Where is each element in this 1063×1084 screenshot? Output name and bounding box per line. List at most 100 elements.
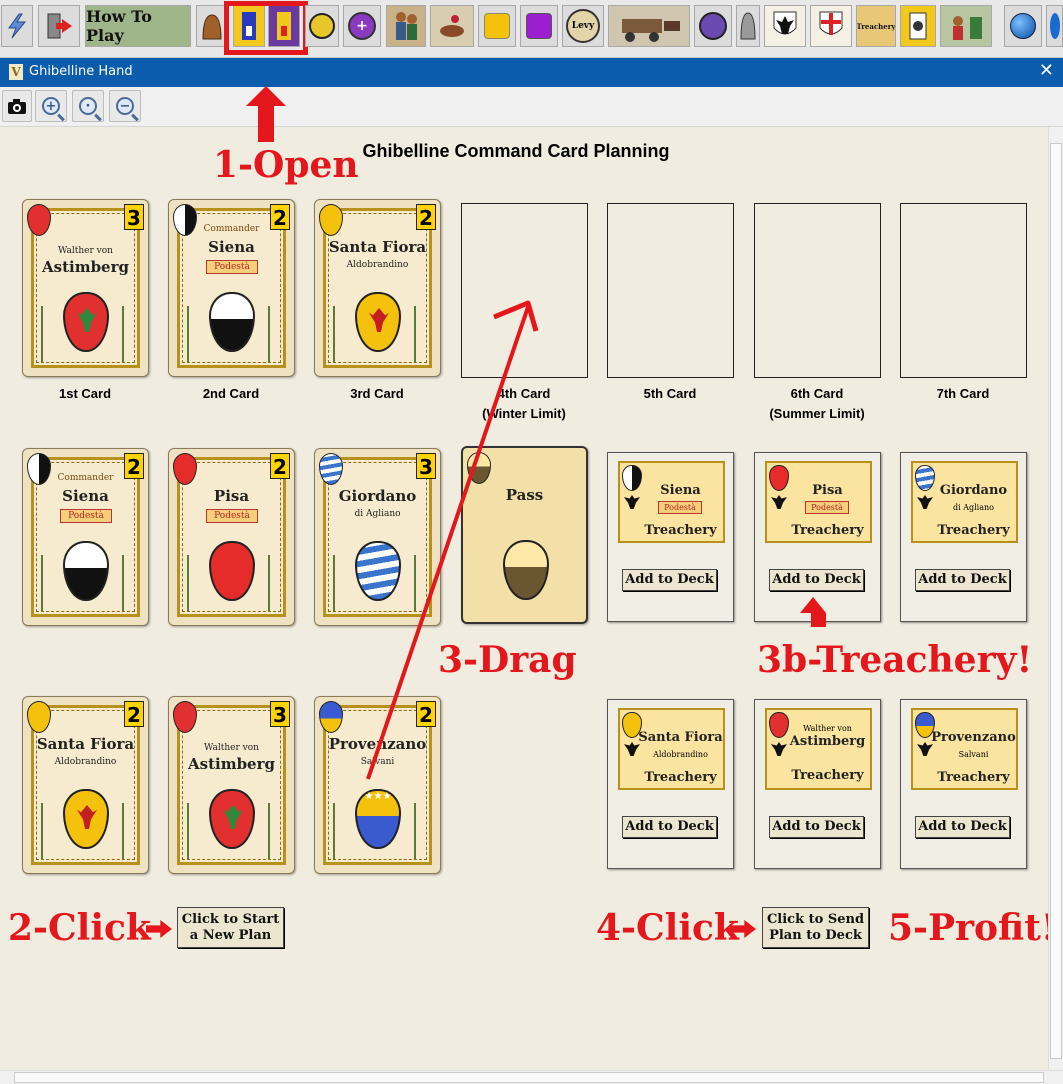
command-card[interactable]: 2 Pisa Podestà bbox=[168, 448, 295, 626]
card-name: Pass bbox=[505, 486, 544, 504]
command-card[interactable]: 2 Commander Siena Podestà bbox=[22, 448, 149, 626]
purple-die-icon[interactable] bbox=[520, 5, 558, 47]
how-to-play-button[interactable]: How To Play bbox=[85, 5, 191, 47]
command-card[interactable]: 3 Giordano di Agliano bbox=[314, 448, 441, 626]
card-name: Giordano bbox=[338, 487, 417, 505]
round-badge-icon[interactable] bbox=[694, 5, 732, 47]
wagon-icon[interactable] bbox=[608, 5, 690, 47]
zoom-out-icon[interactable]: − bbox=[109, 90, 141, 122]
exit-door-icon[interactable] bbox=[38, 5, 80, 47]
helmet-steel-icon[interactable] bbox=[736, 5, 760, 47]
vertical-scroll-thumb[interactable] bbox=[1050, 143, 1062, 1059]
lightning-icon[interactable] bbox=[1, 5, 33, 47]
scene-icon[interactable] bbox=[940, 5, 992, 47]
slot-label: 4th Card (Winter Limit) bbox=[451, 384, 597, 424]
add-to-deck-button[interactable]: Add to Deck bbox=[622, 569, 717, 591]
card-subtitle: Aldobrandino bbox=[54, 757, 117, 767]
empty-plan-slot[interactable] bbox=[754, 203, 881, 378]
figures-icon[interactable] bbox=[386, 5, 426, 47]
vine-icon bbox=[268, 555, 276, 611]
card-icon[interactable] bbox=[900, 5, 936, 47]
card-podesta: Podestà bbox=[658, 501, 702, 514]
knight-icon[interactable] bbox=[430, 5, 474, 47]
cross-shield-icon[interactable] bbox=[810, 5, 852, 47]
vine-icon bbox=[122, 555, 130, 611]
vine-icon bbox=[41, 803, 49, 859]
treachery-card[interactable]: Provenzano Salvani Treachery Add to Deck bbox=[900, 699, 1027, 869]
vine-icon bbox=[414, 306, 422, 362]
slot-label: 1st Card bbox=[12, 384, 158, 404]
treachery-card[interactable]: Santa Fiora Aldobrandino Treachery Add to D… bbox=[607, 699, 734, 869]
add-to-deck-button[interactable]: Add to Deck bbox=[622, 816, 717, 838]
card-value: 2 bbox=[416, 701, 436, 727]
command-card[interactable]: 2 Santa Fiora Aldobrandino bbox=[314, 199, 441, 377]
empty-plan-slot[interactable] bbox=[900, 203, 1027, 378]
treachery-card[interactable]: Pisa Podestà Treachery Add to Deck bbox=[754, 452, 881, 622]
zoom-in-icon[interactable]: + bbox=[35, 90, 67, 122]
close-icon[interactable]: ✕ bbox=[1039, 60, 1054, 81]
card-value: 3 bbox=[124, 204, 144, 230]
command-card[interactable]: 3 Walther von Astimberg bbox=[22, 199, 149, 377]
command-card[interactable]: 2 Provenzano Salvani ★★★ bbox=[314, 696, 441, 874]
vine-icon bbox=[41, 306, 49, 362]
callout-click-start: 2-Click bbox=[8, 907, 151, 949]
treachery-card[interactable]: Giordano di Agliano Treachery Add to Deck bbox=[900, 452, 1027, 622]
treachery-card[interactable]: Siena Podestà Treachery Add to Deck bbox=[607, 452, 734, 622]
vine-icon bbox=[414, 803, 422, 859]
add-to-deck-button[interactable]: Add to Deck bbox=[769, 569, 864, 591]
toolbar-overflow-icon[interactable] bbox=[1046, 5, 1063, 47]
card-name: Pisa bbox=[812, 483, 843, 498]
start-new-plan-button[interactable]: Click to Start a New Plan bbox=[177, 907, 284, 948]
slot-label-sub: (Winter Limit) bbox=[482, 406, 566, 421]
slot-label-text: 2nd Card bbox=[202, 386, 260, 401]
treachery-card[interactable]: Walther von Astimberg Treachery Add to Deck bbox=[754, 699, 881, 869]
card-name: Santa Fiora bbox=[638, 730, 723, 745]
callout-open: 1-Open bbox=[213, 144, 359, 186]
camera-icon[interactable] bbox=[2, 90, 32, 122]
callout-click-send: 4-Click bbox=[596, 907, 739, 949]
command-card[interactable]: 3 Walther von Astimberg bbox=[168, 696, 295, 874]
command-card[interactable]: 2 Santa Fiora Aldobrandino bbox=[22, 696, 149, 874]
callout-treachery: 3b-Treachery! bbox=[757, 639, 1033, 681]
window-titlebar: V Ghibelline Hand ✕ bbox=[0, 58, 1063, 87]
empty-plan-slot[interactable] bbox=[607, 203, 734, 378]
card-commander: Commander bbox=[57, 473, 114, 483]
globe-icon[interactable] bbox=[1004, 5, 1042, 47]
horizontal-scroll-thumb[interactable] bbox=[14, 1072, 1044, 1083]
send-plan-to-deck-button[interactable]: Click to Send Plan to Deck bbox=[762, 907, 869, 948]
treachery-label: Treachery bbox=[644, 523, 717, 538]
yellow-die-icon[interactable] bbox=[478, 5, 516, 47]
send-plan-label-1: Click to Send bbox=[766, 912, 865, 927]
treachery-card-face: Siena Podestà Treachery bbox=[618, 461, 725, 543]
horizontal-scrollbar[interactable] bbox=[0, 1070, 1063, 1084]
slot-label-sub: (Summer Limit) bbox=[769, 406, 865, 421]
slot-label-text: 4th Card bbox=[497, 386, 551, 401]
empty-plan-slot[interactable] bbox=[461, 203, 588, 378]
add-to-deck-button[interactable]: Add to Deck bbox=[915, 569, 1010, 591]
card-subtitle: di Agliano bbox=[354, 509, 401, 519]
levy-button[interactable]: Levy bbox=[562, 5, 604, 47]
card-subtitle: Aldobrandino bbox=[346, 260, 409, 270]
command-card[interactable]: 2 Commander Siena Podestà bbox=[168, 199, 295, 377]
coin-icon[interactable] bbox=[305, 5, 339, 47]
card-name: Santa Fiora bbox=[36, 735, 135, 753]
card-name-prefix: Walther von bbox=[204, 743, 259, 753]
add-to-deck-button[interactable]: Add to Deck bbox=[915, 816, 1010, 838]
card-podesta: Podestà bbox=[206, 260, 258, 274]
command-card[interactable]: Pass bbox=[461, 446, 588, 624]
treachery-button[interactable]: Treachery bbox=[856, 5, 896, 47]
treachery-label: Treachery bbox=[937, 770, 1010, 785]
card-podesta: Podestà bbox=[60, 509, 112, 523]
card-name: Astimberg bbox=[187, 755, 275, 773]
add-to-deck-button[interactable]: Add to Deck bbox=[769, 816, 864, 838]
slot-label: 6th Card (Summer Limit) bbox=[744, 384, 890, 424]
card-subtitle: Aldobrandino bbox=[653, 750, 708, 759]
vine-icon bbox=[122, 803, 130, 859]
eagle-shield-icon[interactable] bbox=[764, 5, 806, 47]
purple-plus-icon[interactable]: + bbox=[343, 5, 381, 47]
planning-panel: Ghibelline Command Card Planning 1st Car… bbox=[0, 127, 1048, 1070]
vertical-scrollbar[interactable] bbox=[1048, 127, 1063, 1070]
treachery-label: Treachery bbox=[791, 523, 864, 538]
vine-icon bbox=[268, 306, 276, 362]
zoom-reset-icon[interactable]: · bbox=[72, 90, 104, 122]
